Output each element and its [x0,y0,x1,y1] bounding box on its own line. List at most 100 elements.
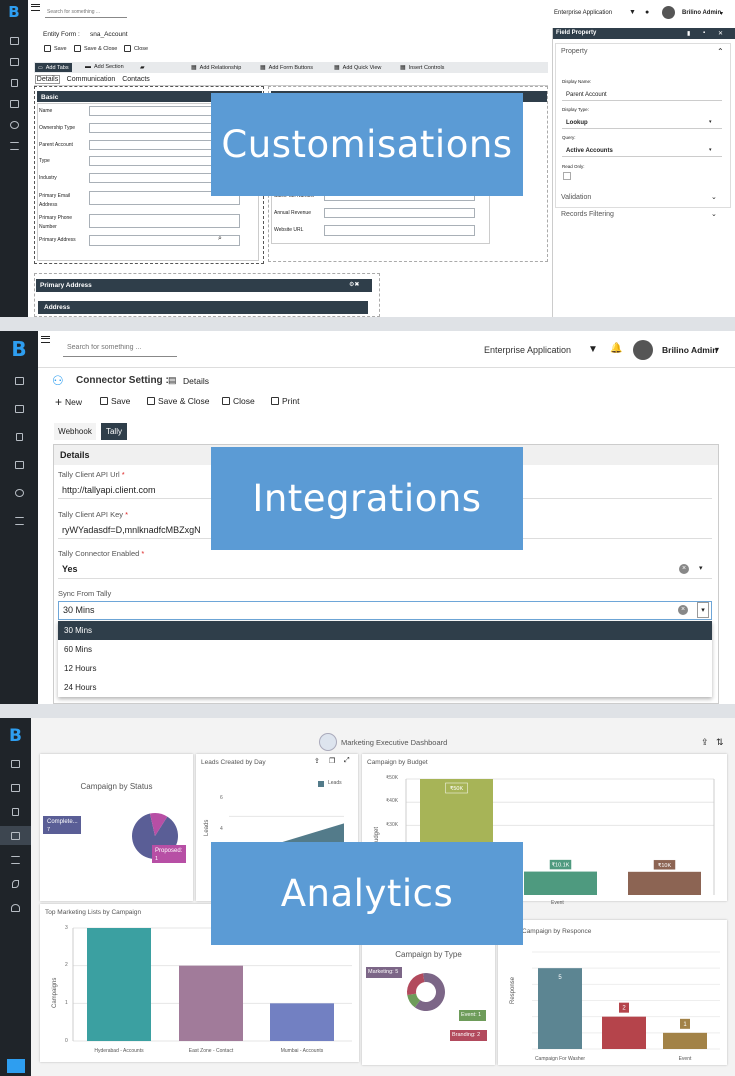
chevron-down-icon[interactable]: ▾ [720,10,723,17]
chevron-down-icon[interactable]: ⌄ [711,193,717,201]
save-icon[interactable]: ▪ [703,30,705,36]
print-button[interactable]: Print [271,396,299,406]
media-icon[interactable] [9,37,19,45]
document-icon[interactable] [10,79,18,87]
tab-details[interactable]: Details [35,75,60,84]
media-icon[interactable] [14,377,24,385]
tab-webhook[interactable]: Webhook [54,423,96,440]
menu-icon[interactable] [31,4,40,11]
dropdown-arrow-icon[interactable]: ▾ [697,602,709,618]
save-button[interactable]: Save [44,45,67,52]
menu-icon[interactable] [41,336,50,343]
tab-contacts[interactable]: Contacts [120,75,152,84]
user-name[interactable]: Brilino Admin [682,10,721,16]
save-close-button[interactable]: Save & Close [74,45,117,52]
clear-icon[interactable]: × [678,605,688,615]
bar[interactable] [179,965,243,1041]
query-select[interactable]: Active Accounts [562,145,722,157]
add-relationship-button[interactable]: ▦ Add Relationship [191,64,241,72]
bar[interactable] [87,928,151,1041]
tab-communication[interactable]: Communication [65,75,117,84]
enabled-select[interactable]: Yes [58,561,712,579]
sync-option[interactable]: 60 Mins [58,640,712,659]
chevron-down-icon[interactable]: ▾ [715,345,719,354]
display-type-select[interactable]: Lookup [562,117,722,129]
search-icon[interactable]: ⌕ [218,235,222,243]
sync-option[interactable]: 30 Mins [58,621,712,640]
bank-icon[interactable] [11,904,20,912]
tab-tally[interactable]: Tally [101,423,127,440]
save-close-button[interactable]: Save & Close [147,396,210,406]
branch-icon[interactable] [12,880,19,888]
analytics-nav-item[interactable] [0,826,31,845]
filter-icon[interactable]: ▼ [629,9,636,16]
add-tabs-button[interactable]: ▭ Add Tabs [35,63,72,72]
calendar-icon[interactable] [11,784,20,792]
bar[interactable] [524,871,597,895]
pie-slice[interactable] [407,973,425,995]
field-phone-input[interactable] [89,214,240,228]
calendar-icon[interactable] [14,405,24,413]
close-button[interactable]: Close [124,45,148,52]
search-input[interactable] [45,6,127,18]
close-icon[interactable]: ✕ [718,30,723,37]
field-revenue-input[interactable] [324,208,475,218]
add-form-buttons-button[interactable]: ▦ Add Form Buttons [260,64,313,72]
clear-icon[interactable]: × [679,564,689,574]
cards-icon[interactable] [14,461,24,469]
bell-icon[interactable]: 🔔 [610,343,622,354]
bar[interactable] [602,1016,646,1049]
bar[interactable] [270,1003,334,1041]
sync-select[interactable]: 30 Mins [58,601,712,620]
save-button[interactable]: Save [100,396,130,406]
display-name-input[interactable]: Parent Account [562,89,722,101]
delete-icon[interactable]: ▮ [687,30,690,37]
target-icon[interactable] [14,489,24,497]
share-icon[interactable]: ⇪ [701,737,709,748]
brand-logo[interactable]: B [9,726,22,746]
read-only-checkbox[interactable] [563,172,571,180]
window-icon[interactable] [6,1059,25,1073]
brand-logo[interactable]: B [11,337,26,361]
validation-section[interactable]: Validation [561,194,591,201]
chevron-up-icon[interactable]: ⌃ [717,47,724,56]
cards-icon[interactable] [9,100,19,108]
brand-logo[interactable]: B [8,3,19,21]
list-icon[interactable] [11,856,20,864]
target-icon[interactable] [9,121,19,129]
list-icon[interactable] [9,142,19,150]
avatar[interactable] [633,340,653,360]
data-label: Marketing: 5 [368,969,399,975]
settings-icon[interactable]: ⚙✖ [349,281,359,288]
user-name[interactable]: Brilino Admin [662,345,717,355]
tag-icon[interactable]: ▰ [140,64,145,71]
dropdown-arrow-icon[interactable]: ▾ [709,147,712,153]
field-website-input[interactable] [324,225,475,236]
search-input[interactable] [63,339,177,357]
bar[interactable] [628,871,701,895]
close-button[interactable]: Close [222,396,255,406]
document-icon[interactable] [15,433,23,441]
bell-icon[interactable]: ● [645,9,649,16]
chevron-down-icon[interactable]: ⌄ [711,210,717,218]
sync-option[interactable]: 24 Hours [58,678,712,697]
list-icon[interactable] [14,517,24,525]
filter-icon[interactable]: ▼ [588,344,598,355]
avatar[interactable] [662,6,675,19]
insert-controls-button[interactable]: ▦ Insert Controls [400,64,444,72]
dropdown-arrow-icon[interactable]: ▾ [709,119,712,125]
media-icon[interactable] [11,760,20,768]
sync-option[interactable]: 12 Hours [58,659,712,678]
new-button[interactable]: + New [55,395,82,409]
address-header[interactable] [38,301,368,314]
app-name[interactable]: Enterprise Application [554,10,612,16]
filter-settings-icon[interactable]: ⇅ [716,737,724,748]
bar[interactable] [663,1032,707,1049]
add-quick-view-button[interactable]: ▦ Add Quick View [334,64,381,72]
records-filtering-section[interactable]: Records Filtering [561,211,614,218]
document-icon[interactable] [12,808,19,816]
app-name[interactable]: Enterprise Application [484,345,571,355]
add-section-button[interactable]: ▬ Add Section [85,64,124,70]
calendar-icon[interactable] [9,58,19,66]
dropdown-arrow-icon[interactable]: ▾ [699,564,703,572]
